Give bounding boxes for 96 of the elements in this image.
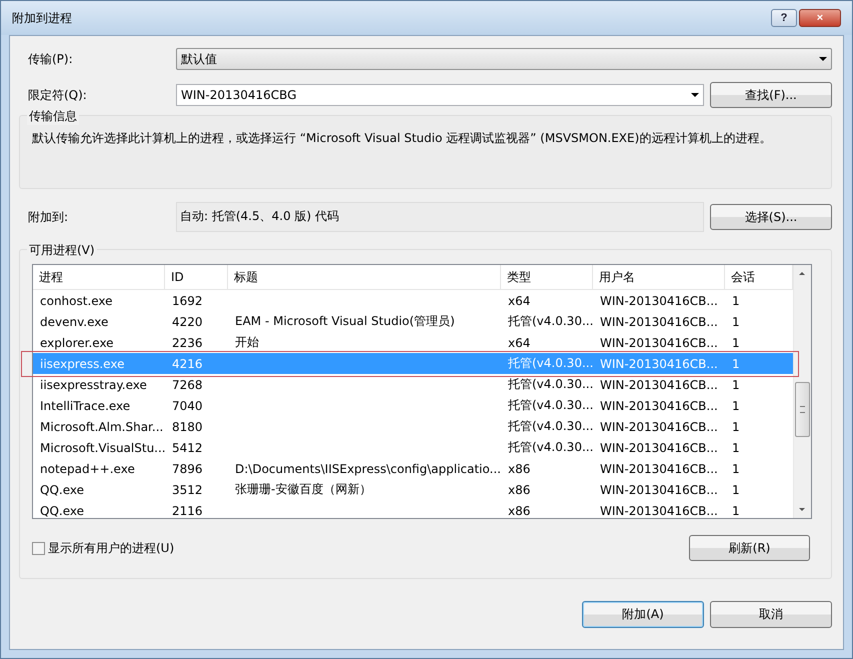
table-cell: x86 [508, 482, 530, 496]
table-cell: 1 [732, 336, 740, 350]
table-cell: 1 [732, 504, 740, 518]
table-cell: x86 [508, 504, 530, 518]
table-cell: 托管(v4.0.30... [508, 377, 593, 391]
transport-dropdown[interactable]: 默认值 [176, 48, 832, 70]
dropdown-arrow-icon [819, 57, 827, 61]
table-cell: devenv.exe [40, 314, 108, 328]
table-cell: 4220 [172, 314, 203, 328]
process-row[interactable]: Microsoft.VisualStu... 5412 托管(v4.0.30... WIN-20130416CB... 1 [33, 437, 793, 458]
table-cell: QQ.exe [40, 482, 84, 496]
table-cell: 4216 [172, 356, 203, 370]
table-cell: EAM - Microsoft Visual Studio(管理员) [235, 314, 455, 328]
table-cell: 2236 [172, 336, 203, 350]
table-cell: Microsoft.Alm.Shar... [40, 420, 164, 434]
field-label: 传输(P): [28, 50, 74, 68]
table-cell: 1 [732, 482, 740, 496]
process-row[interactable]: notepad++.exe 7896 D:\Documents\IISExpress\config\applicatio... x86 WIN-20130416CB... 1 [33, 458, 793, 479]
select-button[interactable]: 选择(S)... [710, 204, 832, 230]
table-cell: conhost.exe [40, 294, 113, 308]
show-all-users-checkbox[interactable]: 显示所有用户的进程(U) [32, 540, 174, 556]
field-label: 限定符(Q): [28, 86, 88, 104]
table-cell: 7268 [172, 378, 203, 392]
process-row[interactable]: explorer.exe 2236 开始 x64 WIN-20130416CB... 1 [33, 332, 793, 353]
table-cell: 1 [732, 440, 740, 454]
attach-button[interactable]: 附加(A) [582, 601, 704, 628]
process-row[interactable]: devenv.exe 4220 EAM - Microsoft Visual Studio(管理员) 托管(v4.0.30... WIN-20130416CB... 1 [33, 311, 793, 332]
table-cell: 开始 [235, 335, 259, 349]
table-cell: explorer.exe [40, 336, 114, 350]
table-cell: WIN-20130416CB... [600, 398, 718, 412]
find-button[interactable]: 查找(F)... [710, 82, 832, 108]
table-cell: 1 [732, 294, 740, 308]
window-title: 附加到进程 [12, 10, 72, 26]
column-header[interactable]: 用户名 [593, 265, 725, 289]
table-cell: notepad++.exe [40, 462, 135, 476]
dropdown-arrow-icon [691, 93, 699, 97]
table-cell: 1 [732, 356, 740, 370]
column-header[interactable]: ID [165, 265, 228, 289]
table-cell: x64 [508, 336, 530, 350]
process-row[interactable]: conhost.exe 1692 x64 WIN-20130416CB... 1 [33, 290, 793, 311]
table-cell: 托管(v4.0.30... [508, 398, 593, 412]
column-header[interactable]: 标题 [228, 265, 501, 289]
table-cell: 1 [732, 378, 740, 392]
table-cell: 托管(v4.0.30... [508, 314, 593, 328]
table-cell: 托管(v4.0.30... [508, 356, 593, 370]
table-cell: WIN-20130416CB... [600, 336, 718, 350]
column-header[interactable]: 进程 [33, 265, 165, 289]
cancel-button[interactable]: 取消 [710, 601, 832, 628]
table-cell: WIN-20130416CB... [600, 420, 718, 434]
table-cell: WIN-20130416CB... [600, 378, 718, 392]
column-header[interactable]: 类型 [501, 265, 593, 289]
table-cell: 1 [732, 314, 740, 328]
table-cell: 1 [732, 398, 740, 412]
table-cell: 托管(v4.0.30... [508, 440, 593, 454]
table-cell: D:\Documents\IISExpress\config\applicatio... [235, 462, 501, 476]
refresh-button[interactable]: 刷新(R) [689, 535, 810, 561]
table-cell: 2116 [172, 504, 203, 518]
group-title: 传输信息 [27, 108, 79, 125]
table-cell: 1 [732, 462, 740, 476]
table-cell: 托管(v4.0.30... [508, 419, 593, 433]
table-cell: WIN-20130416CB... [600, 356, 718, 370]
process-row[interactable]: IntelliTrace.exe 7040 托管(v4.0.30... WIN-20130416CB... 1 [33, 395, 793, 416]
table-cell: 5412 [172, 440, 203, 454]
attach-to-field: 自动: 托管(4.5、4.0 版) 代码 [176, 202, 704, 232]
table-cell: 3512 [172, 482, 203, 496]
info-text: 默认传输允许选择此计算机上的进程，或选择运行 “Microsoft Visual Studio 远程调试监视器” (MSVSMON.EXE)的远程计算机上的进程。 [32, 130, 772, 147]
process-row[interactable]: iisexpresstray.exe 7268 托管(v4.0.30... WIN-20130416CB... 1 [33, 374, 793, 395]
scroll-thumb[interactable] [795, 382, 810, 437]
table-cell: WIN-20130416CB... [600, 482, 718, 496]
table-cell: iisexpresstray.exe [40, 378, 147, 392]
grip-icon [800, 406, 805, 413]
table-cell: x86 [508, 462, 530, 476]
table-cell: x64 [508, 294, 530, 308]
help-button[interactable]: ? [771, 9, 797, 27]
table-cell: 7040 [172, 398, 203, 412]
table-cell: QQ.exe [40, 504, 84, 518]
process-row[interactable]: QQ.exe 3512 张珊珊-安徽百度（网新） x86 WIN-20130416CB... 1 [33, 479, 793, 500]
table-cell: 1 [732, 420, 740, 434]
table-cell: 张珊珊-安徽百度（网新） [235, 482, 372, 496]
group-title: 可用进程(V) [27, 242, 97, 259]
qualifier-combo[interactable]: WIN-20130416CBG [176, 84, 704, 106]
table-cell: IntelliTrace.exe [40, 398, 130, 412]
table-cell: 1692 [172, 294, 203, 308]
table-cell: Microsoft.VisualStu... [40, 440, 165, 454]
scrollbar[interactable] [793, 265, 811, 518]
table-cell: 8180 [172, 420, 203, 434]
table-cell: WIN-20130416CB... [600, 294, 718, 308]
table-cell: WIN-20130416CB... [600, 440, 718, 454]
process-row[interactable]: Microsoft.Alm.Shar... 8180 托管(v4.0.30... WIN-20130416CB... 1 [33, 416, 793, 437]
table-cell: WIN-20130416CB... [600, 314, 718, 328]
table-cell: 7896 [172, 462, 203, 476]
table-cell: WIN-20130416CB... [600, 462, 718, 476]
field-label: 附加到: [28, 208, 70, 226]
table-cell: iisexpress.exe [40, 356, 124, 370]
table-cell: WIN-20130416CB... [600, 504, 718, 518]
process-row[interactable]: QQ.exe 2116 x86 WIN-20130416CB... 1 [33, 500, 793, 521]
